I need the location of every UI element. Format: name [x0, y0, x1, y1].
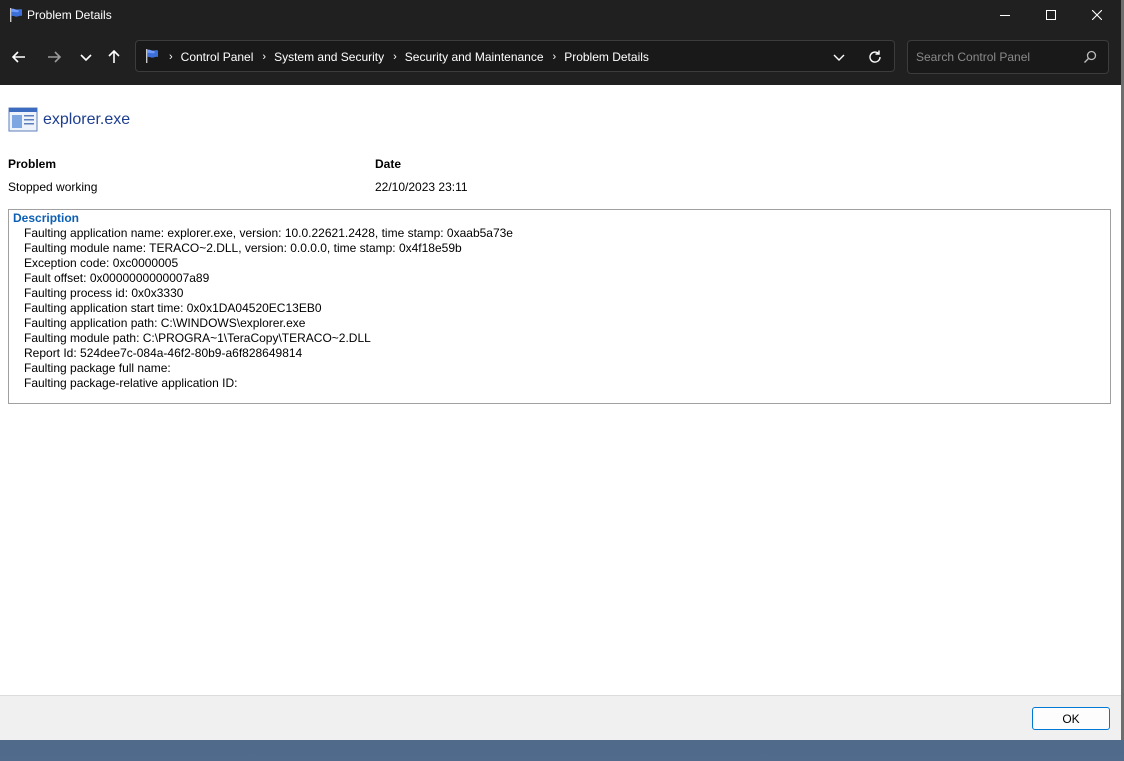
- app-name-link: explorer.exe: [43, 111, 131, 128]
- minimize-icon: [1000, 15, 1010, 16]
- description-line: Faulting module path: C:\PROGRA~1\TeraCo…: [24, 331, 371, 345]
- dialog-footer: OK: [0, 695, 1121, 740]
- close-button[interactable]: [1074, 0, 1120, 30]
- description-line: Faulting package-relative application ID…: [24, 376, 238, 390]
- breadcrumb-problem-details[interactable]: Problem Details: [564, 50, 649, 64]
- description-line: Fault offset: 0x0000000000007a89: [24, 271, 210, 285]
- date-value: 22/10/2023 23:11: [375, 180, 468, 194]
- problem-value: Stopped working: [8, 180, 98, 194]
- breadcrumb-system-and-security[interactable]: System and Security: [274, 50, 384, 64]
- arrow-left-icon: [11, 51, 25, 63]
- arrow-right-icon: [48, 51, 62, 63]
- description-text: Faulting application name: explorer.exe,…: [24, 226, 513, 391]
- search-input[interactable]: [914, 47, 1078, 67]
- back-button[interactable]: [8, 46, 30, 68]
- address-bar[interactable]: › Control Panel › System and Security › …: [135, 40, 895, 72]
- date-label: Date: [375, 157, 402, 171]
- recent-locations-button[interactable]: [75, 46, 97, 68]
- flag-icon: [10, 8, 22, 22]
- maximize-icon: [1046, 10, 1056, 20]
- forward-button[interactable]: [43, 46, 65, 68]
- problem-details-content: explorer.exe Problem Date Stopped workin…: [0, 85, 1121, 695]
- navigation-bar: › Control Panel › System and Security › …: [0, 30, 1121, 85]
- search-icon[interactable]: [1083, 50, 1097, 64]
- search-box[interactable]: [907, 40, 1109, 74]
- address-dropdown-icon[interactable]: [831, 50, 847, 64]
- breadcrumb-separator[interactable]: ›: [553, 51, 557, 63]
- description-line: Faulting application name: explorer.exe,…: [24, 226, 513, 240]
- ok-button[interactable]: OK: [1032, 707, 1110, 730]
- description-line: Exception code: 0xc0000005: [24, 256, 179, 270]
- up-button[interactable]: [103, 46, 125, 68]
- close-icon: [1092, 10, 1102, 20]
- breadcrumb-separator[interactable]: ›: [262, 51, 266, 63]
- description-line: Faulting module name: TERACO~2.DLL, vers…: [24, 241, 462, 255]
- arrow-up-icon: [108, 49, 120, 63]
- breadcrumb-control-panel[interactable]: Control Panel: [181, 50, 254, 64]
- description-line: Faulting application start time: 0x0x1DA…: [24, 301, 322, 315]
- problem-details-window: Problem Details › Control Panel › System…: [0, 0, 1121, 740]
- maximize-button[interactable]: [1028, 0, 1074, 30]
- description-line: Faulting package full name:: [24, 361, 171, 375]
- control-panel-flag-icon: [146, 49, 158, 63]
- description-title: Description: [13, 211, 80, 225]
- breadcrumb-security-and-maintenance[interactable]: Security and Maintenance: [405, 50, 544, 64]
- breadcrumb: › Control Panel › System and Security › …: [166, 49, 649, 65]
- description-box: Description Faulting application name: e…: [8, 209, 1111, 404]
- problem-label: Problem: [8, 157, 57, 171]
- description-line: Faulting application path: C:\WINDOWS\ex…: [24, 316, 306, 330]
- chevron-down-icon: [80, 54, 92, 62]
- breadcrumb-separator[interactable]: ›: [393, 51, 397, 63]
- minimize-button[interactable]: [982, 0, 1028, 30]
- breadcrumb-separator: ›: [169, 51, 173, 63]
- description-line: Faulting process id: 0x0x3330: [24, 286, 184, 300]
- title-bar: Problem Details: [0, 0, 1121, 30]
- window-title: Problem Details: [27, 8, 112, 22]
- refresh-icon[interactable]: [867, 49, 883, 65]
- description-line: Report Id: 524dee7c-084a-46f2-80b9-a6f82…: [24, 346, 303, 360]
- application-file-icon: [8, 107, 38, 132]
